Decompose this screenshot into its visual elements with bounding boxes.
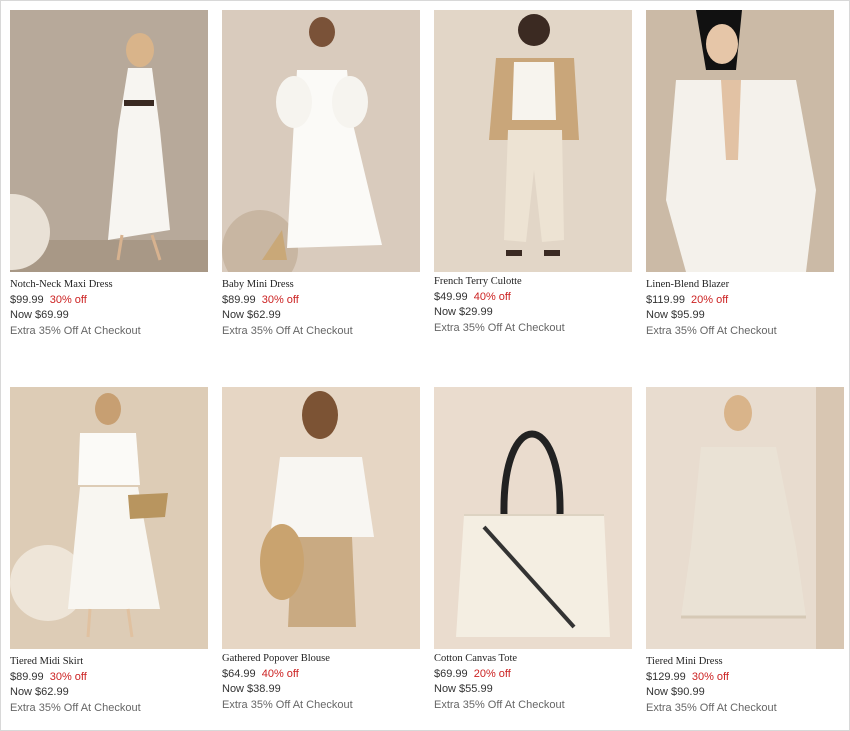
product-card[interactable]: Cotton Canvas Tote $69.99 20% off Now $5…: [434, 387, 634, 713]
original-price: $64.99: [222, 668, 256, 680]
product-image-baby-mini-dress[interactable]: [222, 10, 420, 272]
discount-label: 40% off: [473, 291, 511, 303]
discount-label: 20% off: [473, 668, 511, 680]
product-image-french-terry-culotte[interactable]: [434, 10, 632, 272]
promo-text: Extra 35% Off At Checkout: [222, 699, 353, 711]
product-name[interactable]: Linen-Blend Blazer: [646, 278, 846, 291]
sale-price: Now $62.99: [10, 686, 69, 698]
product-name[interactable]: Tiered Mini Dress: [646, 655, 846, 668]
product-name[interactable]: French Terry Culotte: [434, 275, 634, 288]
original-price: $119.99: [646, 294, 685, 306]
discount-label: 30% off: [49, 671, 87, 683]
price-row: $89.99 30% off: [222, 293, 422, 308]
sale-price: Now $62.99: [222, 309, 281, 321]
promo-text: Extra 35% Off At Checkout: [222, 325, 353, 337]
product-image-tiered-mini-dress[interactable]: [646, 387, 844, 649]
product-name[interactable]: Notch-Neck Maxi Dress: [10, 278, 210, 291]
original-price: $129.99: [646, 671, 686, 683]
original-price: $99.99: [10, 294, 44, 306]
product-card[interactable]: Tiered Midi Skirt $89.99 30% off Now $62…: [10, 387, 210, 716]
product-name[interactable]: Baby Mini Dress: [222, 278, 422, 291]
sale-price: Now $29.99: [434, 306, 493, 318]
promo-text: Extra 35% Off At Checkout: [10, 325, 141, 337]
product-card[interactable]: Notch-Neck Maxi Dress $99.99 30% off Now…: [10, 10, 210, 339]
discount-label: 40% off: [261, 668, 299, 680]
sale-price: Now $38.99: [222, 683, 281, 695]
product-name[interactable]: Gathered Popover Blouse: [222, 652, 422, 665]
original-price: $89.99: [10, 671, 44, 683]
sale-price: Now $55.99: [434, 683, 493, 695]
product-card[interactable]: Linen-Blend Blazer $119.99 20% off Now $…: [646, 10, 846, 339]
promo-text: Extra 35% Off At Checkout: [434, 699, 565, 711]
product-name[interactable]: Tiered Midi Skirt: [10, 655, 210, 668]
promo-text: Extra 35% Off At Checkout: [10, 702, 141, 714]
product-image-cotton-canvas-tote[interactable]: [434, 387, 632, 649]
price-row: $69.99 20% off: [434, 667, 634, 682]
original-price: $89.99: [222, 294, 256, 306]
price-row: $129.99 30% off: [646, 670, 846, 685]
product-grid: Notch-Neck Maxi Dress $99.99 30% off Now…: [0, 0, 850, 731]
product-name[interactable]: Cotton Canvas Tote: [434, 652, 634, 665]
price-row: $119.99 20% off: [646, 293, 846, 308]
promo-text: Extra 35% Off At Checkout: [434, 322, 565, 334]
product-card[interactable]: Tiered Mini Dress $129.99 30% off Now $9…: [646, 387, 846, 716]
sale-price: Now $95.99: [646, 309, 705, 321]
discount-label: 20% off: [691, 294, 729, 306]
product-card[interactable]: Gathered Popover Blouse $64.99 40% off N…: [222, 387, 422, 713]
discount-label: 30% off: [691, 671, 729, 683]
product-image-gathered-popover-blouse[interactable]: [222, 387, 420, 649]
price-row: $99.99 30% off: [10, 293, 210, 308]
original-price: $69.99: [434, 668, 468, 680]
promo-text: Extra 35% Off At Checkout: [646, 702, 777, 714]
price-row: $89.99 30% off: [10, 670, 210, 685]
product-image-tiered-midi-skirt[interactable]: [10, 387, 208, 649]
promo-text: Extra 35% Off At Checkout: [646, 325, 777, 337]
product-card[interactable]: Baby Mini Dress $89.99 30% off Now $62.9…: [222, 10, 422, 339]
discount-label: 30% off: [49, 294, 87, 306]
discount-label: 30% off: [261, 294, 299, 306]
product-card[interactable]: French Terry Culotte $49.99 40% off Now …: [434, 10, 634, 336]
sale-price: Now $90.99: [646, 686, 705, 698]
sale-price: Now $69.99: [10, 309, 69, 321]
price-row: $49.99 40% off: [434, 290, 634, 305]
product-image-linen-blend-blazer[interactable]: [646, 10, 844, 272]
product-image-notch-neck-maxi-dress[interactable]: [10, 10, 208, 272]
original-price: $49.99: [434, 291, 468, 303]
price-row: $64.99 40% off: [222, 667, 422, 682]
